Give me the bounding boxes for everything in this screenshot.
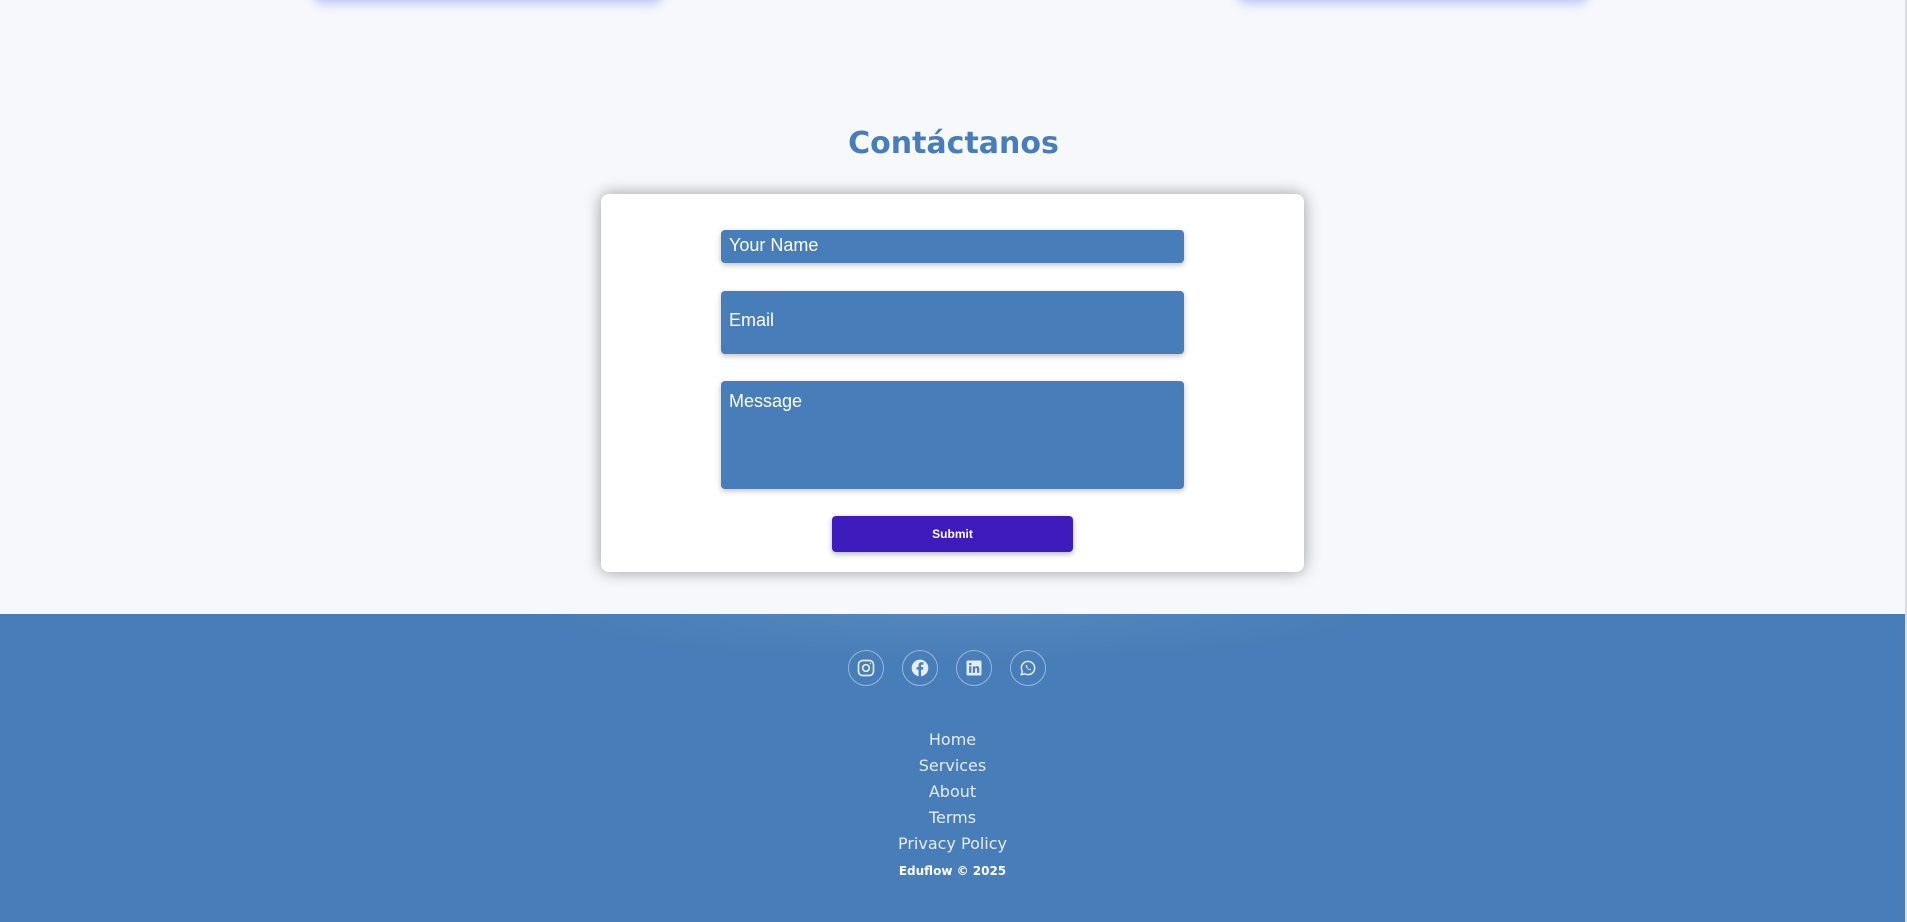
copyright-text: Eduflow © 2025 — [898, 864, 1007, 878]
instagram-icon[interactable] — [848, 650, 884, 686]
email-input[interactable]: Email — [721, 291, 1184, 354]
facebook-icon[interactable] — [902, 650, 938, 686]
footer-link-privacy-policy[interactable]: Privacy Policy — [898, 831, 1007, 857]
footer-nav: Home Services About Terms Privacy Policy — [0, 727, 1905, 857]
message-textarea[interactable]: Message — [721, 381, 1184, 489]
submit-button[interactable]: Submit — [832, 516, 1073, 552]
name-input[interactable]: Your Name — [721, 230, 1184, 263]
footer-link-terms[interactable]: Terms — [929, 805, 976, 831]
footer-link-about[interactable]: About — [929, 779, 976, 805]
footer-link-services[interactable]: Services — [919, 753, 986, 779]
social-links — [848, 650, 1046, 686]
linkedin-icon[interactable] — [956, 650, 992, 686]
whatsapp-icon[interactable] — [1010, 650, 1046, 686]
footer-link-home[interactable]: Home — [929, 727, 976, 753]
contact-title: Contáctanos — [848, 126, 1059, 161]
